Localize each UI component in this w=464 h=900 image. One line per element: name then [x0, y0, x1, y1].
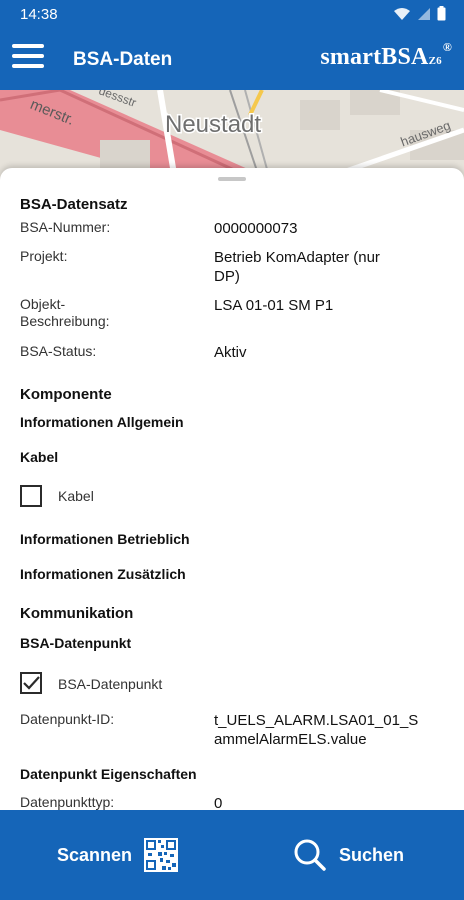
field-value-datenpunkttyp: 0 — [214, 795, 223, 810]
brand-sub: Z6 — [428, 55, 442, 67]
app-bar: BSA-Daten smartBSAZ6® — [0, 30, 464, 90]
field-label-datenpunkttyp: Datenpunkttyp: — [20, 794, 115, 810]
section-title-bsa-datensatz: BSA-Datensatz — [20, 196, 128, 213]
field-label-bsa-nummer: BSA-Nummer: — [20, 219, 111, 235]
map-view[interactable]: Neustadt merstr. dessstr hausweg — [0, 90, 464, 180]
field-value-objekt-beschreibung: LSA 01-01 SM P1 — [214, 297, 334, 314]
hamburger-icon-line — [12, 64, 44, 68]
battery-icon — [437, 6, 446, 21]
brand-logo: smartBSAZ6® — [320, 40, 452, 71]
bottom-action-bar: Scannen Suchen — [0, 810, 464, 900]
kabel-checkbox[interactable] — [20, 485, 42, 507]
bsa-datenpunkt-checkbox-label: BSA-Datenpunkt — [58, 676, 163, 692]
status-bar: 14:38 — [0, 0, 464, 30]
subsection-info-allgemein: Informationen Allgemein — [20, 414, 184, 430]
signal-icon — [418, 7, 430, 20]
wifi-icon — [394, 7, 410, 20]
subsection-kabel: Kabel — [20, 449, 59, 465]
search-button[interactable]: Suchen — [293, 810, 404, 900]
field-value-bsa-nummer: 0000000073 — [214, 220, 298, 237]
details-sheet: BSA-Datensatz BSA-Nummer: 0000000073 Pro… — [0, 168, 464, 810]
status-time: 14:38 — [20, 6, 58, 23]
system-icons — [393, 6, 446, 21]
kabel-checkbox-label: Kabel — [58, 488, 94, 504]
hamburger-icon-line — [12, 44, 44, 48]
subsection-bsa-datenpunkt: BSA-Datenpunkt — [20, 635, 132, 651]
map-label-neustadt: Neustadt — [165, 111, 261, 138]
search-icon — [294, 839, 326, 871]
search-button-label: Suchen — [339, 844, 405, 865]
scan-button-label: Scannen — [57, 844, 133, 865]
field-value-bsa-status: Aktiv — [214, 344, 247, 361]
drag-handle[interactable] — [218, 177, 246, 181]
page-title: BSA-Daten — [73, 49, 173, 70]
section-title-kommunikation: Kommunikation — [20, 605, 134, 622]
qr-code-icon — [144, 838, 179, 872]
brand-registered-mark: ® — [442, 40, 452, 54]
scan-button[interactable]: Scannen — [57, 810, 179, 900]
hamburger-icon-line — [12, 54, 44, 58]
checkmark-icon — [23, 676, 40, 690]
field-value-datenpunkt-id: t_UELS_ALARM.LSA01_01_SammelAlarmELS.val… — [214, 712, 419, 748]
menu-button[interactable] — [12, 44, 44, 76]
field-label-objekt-beschreibung: Objekt-Beschreibung: — [20, 296, 110, 329]
subsection-datenpunkt-eigenschaften: Datenpunkt Eigenschaften — [20, 766, 197, 782]
section-title-komponente: Komponente — [20, 386, 112, 403]
subsection-info-betrieblich: Informationen Betrieblich — [20, 531, 190, 547]
field-label-bsa-status: BSA-Status: — [20, 343, 97, 359]
brand-main: smartBSA — [320, 44, 429, 70]
field-value-projekt: Betrieb KomAdapter (nur DP) — [214, 249, 380, 285]
map-canvas: Neustadt merstr. dessstr hausweg — [0, 90, 464, 180]
bsa-datenpunkt-checkbox[interactable] — [20, 672, 42, 694]
field-label-projekt: Projekt: — [20, 248, 68, 264]
subsection-info-zusaetzlich: Informationen Zusätzlich — [20, 566, 186, 582]
field-label-datenpunkt-id: Datenpunkt-ID: — [20, 711, 115, 727]
